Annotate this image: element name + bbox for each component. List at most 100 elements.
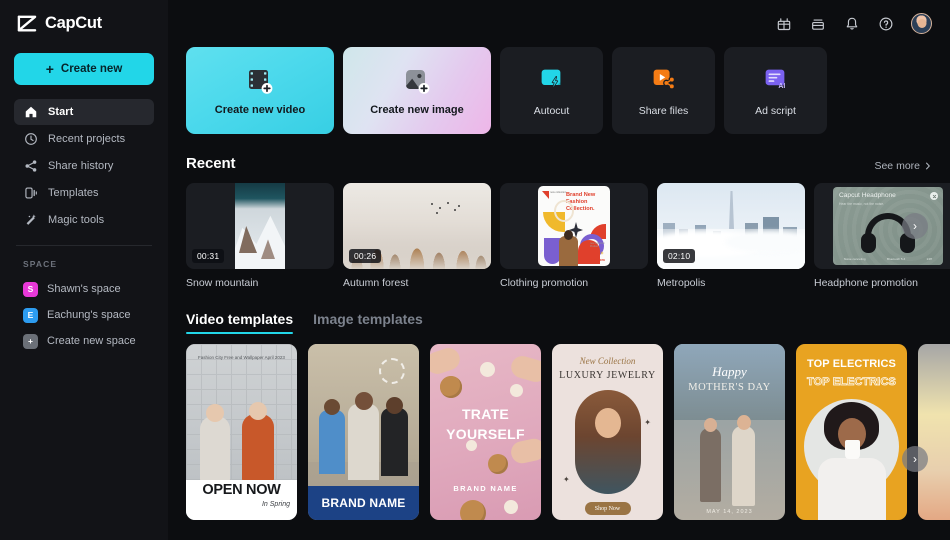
- close-icon[interactable]: [930, 192, 938, 200]
- tab-label: Image templates: [313, 311, 423, 327]
- avatar[interactable]: [911, 13, 932, 34]
- headphone-card-subtitle: Hear the music, not the noise.: [839, 202, 885, 206]
- thumbnail: 00:26: [343, 183, 491, 269]
- sidebar-item-recent-projects[interactable]: Recent projects: [14, 126, 154, 152]
- headphone-feature: 24H: [926, 257, 933, 261]
- chevron-right-icon: ›: [913, 452, 917, 466]
- gift-icon[interactable]: [775, 15, 792, 32]
- space-label: Eachung's space: [47, 309, 131, 321]
- duration-badge: 00:26: [349, 249, 382, 263]
- help-icon[interactable]: [877, 15, 894, 32]
- template-art: [918, 344, 950, 520]
- ad-script-card[interactable]: AI Ad script: [724, 47, 827, 134]
- template-card-luxury-jewelry[interactable]: New Collection LUXURY JEWELRY ✦ ✦ Shop No…: [552, 344, 663, 520]
- template-art: BRAND NAME: [308, 344, 419, 520]
- sidebar-item-templates[interactable]: Templates: [14, 180, 154, 206]
- share-files-card[interactable]: Share files: [612, 47, 715, 134]
- thumbnail: Capcut Headphone Hear the music, not the…: [814, 183, 950, 269]
- template-shop-now-button[interactable]: Shop Now: [584, 502, 631, 515]
- duration-badge: 02:10: [663, 249, 696, 263]
- see-more-button[interactable]: See more: [874, 160, 932, 172]
- sidebar-space-eachung[interactable]: E Eachung's space: [14, 302, 154, 328]
- see-more-label: See more: [874, 160, 920, 172]
- headphone-card-title: Capcut Headphone: [839, 192, 896, 199]
- topbar: [168, 0, 950, 47]
- share-files-icon: [648, 64, 680, 96]
- sidebar-item-label: Templates: [48, 187, 99, 199]
- space-heading: SPACE: [23, 259, 58, 269]
- templates-scroll-right-button[interactable]: ›: [902, 446, 928, 472]
- template-script: New Collection: [579, 356, 636, 366]
- sidebar-item-label: Recent projects: [48, 133, 126, 145]
- recent-item-autumn-forest[interactable]: 00:26 Autumn forest: [343, 183, 491, 289]
- app-brand-name: CapCut: [45, 14, 102, 32]
- tab-image-templates[interactable]: Image templates: [313, 311, 423, 334]
- template-art: New Collection LUXURY JEWELRY ✦ ✦ Shop No…: [552, 344, 663, 520]
- template-card-partial[interactable]: [918, 344, 950, 520]
- chevron-right-icon: ›: [913, 219, 917, 233]
- space-label: Create new space: [47, 335, 136, 347]
- template-card-open-now[interactable]: Fashion City Free and Wallpaper April 20…: [186, 344, 297, 520]
- action-cards-row: Create new video Create new image Autocu…: [186, 47, 932, 134]
- tab-video-templates[interactable]: Video templates: [186, 311, 294, 334]
- tab-label: Video templates: [186, 311, 294, 327]
- capcut-logo-icon: [16, 15, 38, 33]
- sidebar-item-start[interactable]: Start: [14, 99, 154, 125]
- template-line1: TRATE: [461, 406, 510, 422]
- svg-text:AI: AI: [778, 83, 785, 90]
- recent-item-name: Metropolis: [657, 277, 706, 289]
- create-new-video-card[interactable]: Create new video: [186, 47, 334, 134]
- template-card-mothers-day[interactable]: Happy MOTHER'S DAY MAY 14, 2023: [674, 344, 785, 520]
- autocut-icon: [536, 64, 568, 96]
- sidebar-space-shawn[interactable]: S Shawn's space: [14, 276, 154, 302]
- duration-badge: 00:31: [192, 249, 225, 263]
- template-headline: MOTHER'S DAY: [688, 382, 771, 393]
- sidebar: CapCut + Create new Start Recent project…: [0, 0, 168, 540]
- create-new-label: Create new: [60, 63, 123, 75]
- sidebar-create-new-space[interactable]: + Create new space: [14, 328, 154, 354]
- template-headline: BRAND NAME: [321, 496, 406, 510]
- clock-icon: [23, 132, 38, 147]
- plus-icon: +: [45, 60, 54, 77]
- share-files-label: Share files: [638, 105, 689, 117]
- template-date: MAY 14, 2023: [706, 509, 753, 515]
- headphone-feature: Noise canceling: [843, 257, 866, 261]
- recent-item-metropolis[interactable]: 02:10 Metropolis: [657, 183, 805, 289]
- autocut-label: Autocut: [533, 105, 570, 117]
- sidebar-item-magic-tools[interactable]: Magic tools: [14, 207, 154, 233]
- recent-item-headphone-promotion[interactable]: Capcut Headphone Hear the music, not the…: [814, 183, 950, 289]
- templates-tabs: Video templates Image templates: [186, 311, 932, 334]
- template-sub: In Spring: [261, 501, 290, 508]
- app-logo[interactable]: CapCut: [14, 0, 154, 47]
- film-plus-icon: [244, 65, 276, 97]
- sidebar-item-label: Start: [48, 106, 74, 118]
- sidebar-item-share-history[interactable]: Share history: [14, 153, 154, 179]
- create-new-button[interactable]: + Create new: [14, 53, 154, 85]
- magic-wand-icon: [23, 213, 38, 228]
- recent-item-snow-mountain[interactable]: 00:31 Snow mountain: [186, 183, 334, 289]
- space-badge-icon: S: [23, 281, 38, 297]
- template-card-top-electrics[interactable]: TOP ELECTRICS TOP ELECTRICS: [796, 344, 907, 520]
- autocut-card[interactable]: Autocut: [500, 47, 603, 134]
- inbox-icon[interactable]: [809, 15, 826, 32]
- image-plus-icon: [401, 65, 433, 97]
- bell-icon[interactable]: [843, 15, 860, 32]
- sidebar-item-label: Magic tools: [48, 214, 105, 226]
- share-icon: [23, 159, 38, 174]
- create-new-image-card[interactable]: Create new image: [343, 47, 491, 134]
- recent-item-name: Headphone promotion: [814, 277, 918, 289]
- space-badge-icon: E: [23, 307, 38, 323]
- template-card-treat-yourself[interactable]: TRATE YOURSELF BRAND NAME: [430, 344, 541, 520]
- recent-item-name: Snow mountain: [186, 277, 259, 289]
- template-headline: OPEN NOW: [202, 482, 281, 498]
- template-headline: LUXURY JEWELRY: [559, 370, 656, 381]
- thumbnail: 02:10: [657, 183, 805, 269]
- recent-item-clothing-promotion[interactable]: Brand New Fashion Collection. new collecti…: [500, 183, 648, 289]
- recent-item-name: Autumn forest: [343, 277, 409, 289]
- recent-scroll-right-button[interactable]: ›: [902, 213, 928, 239]
- template-script: Happy: [712, 364, 747, 379]
- sidebar-nav: Start Recent projects Share history Temp…: [14, 99, 154, 233]
- chevron-right-icon: [926, 162, 930, 170]
- template-card-brand-name[interactable]: BRAND NAME: [308, 344, 419, 520]
- templates-icon: [23, 186, 38, 201]
